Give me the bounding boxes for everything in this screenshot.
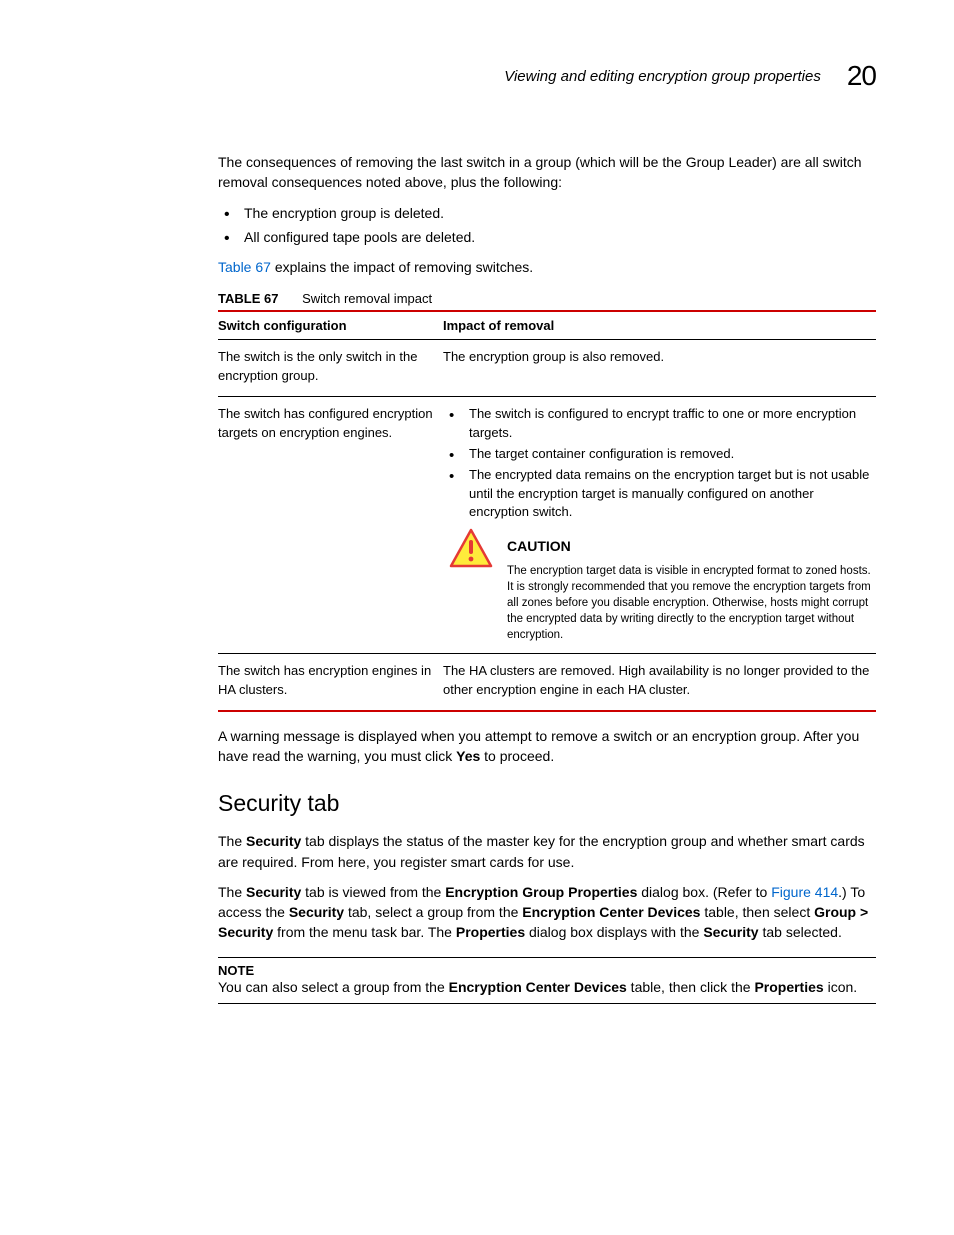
table-caption: TABLE 67 Switch removal impact	[218, 291, 876, 306]
cell-config: The switch is the only switch in the enc…	[218, 340, 443, 397]
caution-block: CAUTION The encryption target data is vi…	[443, 536, 872, 643]
text: tab, select a group from the	[344, 904, 522, 920]
cell-config: The switch has encryption engines in HA …	[218, 654, 443, 711]
impact-bullet-list: The switch is configured to encrypt traf…	[443, 405, 872, 522]
table-row: The switch has configured encryption tar…	[218, 397, 876, 654]
text: explains the impact of removing switches…	[271, 259, 533, 275]
note-block: NOTE You can also select a group from th…	[218, 957, 876, 1005]
col-header-impact: Impact of removal	[443, 311, 876, 340]
text: table, then select	[700, 904, 814, 920]
list-item: The encrypted data remains on the encryp…	[443, 466, 872, 523]
table-link[interactable]: Table 67	[218, 259, 271, 275]
bold-text: Security	[703, 924, 758, 940]
after-table-paragraph: A warning message is displayed when you …	[218, 726, 876, 767]
text: icon.	[824, 979, 857, 995]
cell-impact: The switch is configured to encrypt traf…	[443, 397, 876, 654]
col-header-config: Switch configuration	[218, 311, 443, 340]
bold-text: Security	[246, 833, 301, 849]
list-item: All configured tape pools are deleted.	[218, 227, 876, 247]
text: to proceed.	[480, 748, 554, 764]
caution-text: The encryption target data is visible in…	[507, 563, 872, 643]
switch-removal-table: Switch configuration Impact of removal T…	[218, 310, 876, 711]
figure-link[interactable]: Figure 414	[771, 884, 838, 900]
list-item: The switch is configured to encrypt traf…	[443, 405, 872, 443]
table-title: Switch removal impact	[302, 291, 432, 306]
table-row: The switch is the only switch in the enc…	[218, 340, 876, 397]
cell-config: The switch has configured encryption tar…	[218, 397, 443, 654]
list-item: The encryption group is deleted.	[218, 203, 876, 223]
table-header-row: Switch configuration Impact of removal	[218, 311, 876, 340]
text: dialog box displays with the	[525, 924, 703, 940]
text: tab is viewed from the	[301, 884, 445, 900]
text: tab selected.	[759, 924, 842, 940]
table-reference-sentence: Table 67 explains the impact of removing…	[218, 257, 876, 277]
intro-bullet-list: The encryption group is deleted. All con…	[218, 203, 876, 248]
list-item: The target container configuration is re…	[443, 445, 872, 464]
cell-impact: The encryption group is also removed.	[443, 340, 876, 397]
bold-text: Security	[289, 904, 344, 920]
page-number: 20	[847, 60, 876, 92]
table-row: The switch has encryption engines in HA …	[218, 654, 876, 711]
text: from the menu task bar. The	[273, 924, 456, 940]
bold-text: Yes	[456, 748, 480, 764]
text: The	[218, 884, 246, 900]
bold-text: Encryption Group Properties	[445, 884, 637, 900]
bold-text: Encryption Center Devices	[449, 979, 627, 995]
section-heading-security-tab: Security tab	[218, 790, 876, 817]
table-label: TABLE 67	[218, 291, 278, 306]
cell-impact: The HA clusters are removed. High availa…	[443, 654, 876, 711]
text: table, then click the	[627, 979, 755, 995]
intro-paragraph: The consequences of removing the last sw…	[218, 152, 876, 193]
caution-icon	[449, 528, 493, 568]
security-paragraph-2: The Security tab is viewed from the Encr…	[218, 882, 876, 943]
text: The	[218, 833, 246, 849]
note-label: NOTE	[218, 963, 876, 978]
page-content: The consequences of removing the last sw…	[88, 152, 876, 1004]
page-header: Viewing and editing encryption group pro…	[88, 60, 876, 92]
security-paragraph-1: The Security tab displays the status of …	[218, 831, 876, 872]
bold-text: Properties	[754, 979, 823, 995]
bold-text: Properties	[456, 924, 525, 940]
note-text: You can also select a group from the Enc…	[218, 978, 876, 998]
header-title: Viewing and editing encryption group pro…	[504, 68, 821, 85]
caution-label: CAUTION	[507, 536, 872, 556]
bold-text: Security	[246, 884, 301, 900]
text: tab displays the status of the master ke…	[218, 833, 865, 869]
text: You can also select a group from the	[218, 979, 449, 995]
text: dialog box. (Refer to	[637, 884, 771, 900]
bold-text: Encryption Center Devices	[522, 904, 700, 920]
